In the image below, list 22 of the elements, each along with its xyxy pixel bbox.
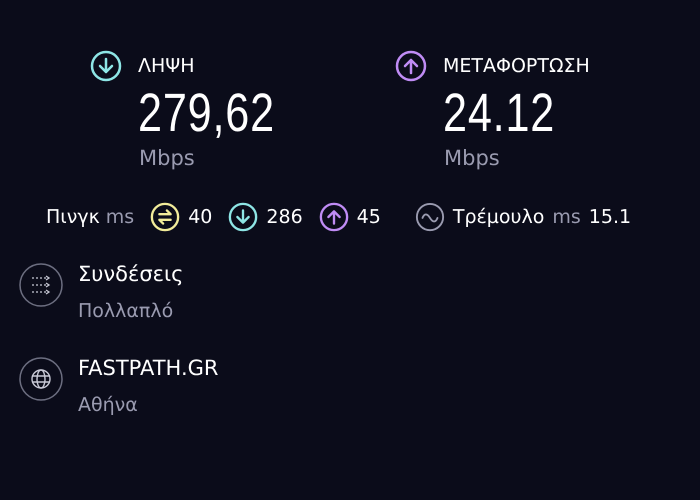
- jitter-value: 15.1: [588, 206, 632, 228]
- swap-arrows-icon: [150, 202, 180, 232]
- globe-icon: [18, 356, 64, 402]
- speed-unit: Mbps: [139, 146, 196, 170]
- ping-label: Πινγκ: [46, 206, 100, 228]
- speed-label: ΜΕΤΑΦΟΡΤΩΣΗ: [443, 55, 590, 77]
- dotted-arrows-icon: [18, 262, 64, 308]
- ping-unit: ms: [106, 206, 134, 228]
- speed-value: 279,62: [138, 82, 276, 144]
- info-subtitle: Αθήνα: [78, 394, 139, 416]
- jitter-label: Τρέμουλο: [452, 206, 544, 228]
- info-title: Συνδέσεις: [78, 262, 184, 286]
- speed-unit: Mbps: [444, 146, 501, 170]
- speed-label: ΛΗΨΗ: [138, 55, 195, 77]
- ping-value: 45: [356, 206, 381, 228]
- info-title: FASTPATH.GR: [78, 356, 219, 380]
- wave-icon: [414, 202, 445, 232]
- ping-value: 286: [266, 206, 303, 228]
- ping-value: 40: [188, 206, 212, 228]
- speed-value: 24.12: [443, 82, 556, 144]
- jitter-unit: ms: [552, 206, 581, 228]
- info-subtitle: Πολλαπλό: [78, 300, 174, 322]
